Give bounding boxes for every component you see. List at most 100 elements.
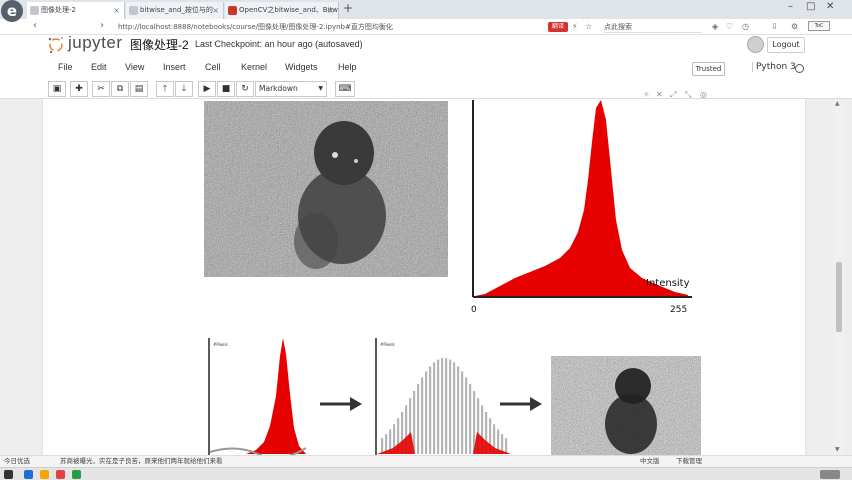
kernel-status-icon: [795, 64, 804, 73]
jupyter-logo-icon[interactable]: [46, 35, 66, 55]
scroll-down-icon[interactable]: ▼: [835, 446, 840, 453]
histogram-bar: [461, 371, 464, 454]
cell-tool-icon[interactable]: ✧: [643, 90, 650, 99]
jupyter-header: jupyter 图像处理-2 Last Checkpoint: an hour …: [0, 21, 852, 99]
stop-button[interactable]: ■: [217, 81, 235, 97]
menu-edit[interactable]: Edit: [91, 62, 107, 72]
original-histogram: #Pixels: [208, 338, 307, 456]
arrow-right-icon: [320, 397, 362, 411]
history-icon[interactable]: ◷: [742, 22, 749, 31]
cell-type-select[interactable]: Markdown ▼: [255, 81, 327, 97]
menu-kernel[interactable]: Kernel: [241, 62, 267, 72]
move-down-button[interactable]: 🡓: [175, 81, 193, 97]
folder-task-icon[interactable]: [40, 470, 49, 479]
app-task-icon[interactable]: [72, 470, 81, 479]
notebook-toolbar: ▣ ✚ ✂ ⧉ ▤ 🡑 🡓 ▶ ■ ↻ Markdown ▼ ⌨: [0, 81, 852, 99]
app-task-icon[interactable]: [56, 470, 65, 479]
y-axis-label: #Pixels: [380, 342, 395, 347]
windows-start-icon[interactable]: [4, 470, 13, 479]
menu-file[interactable]: File: [58, 62, 73, 72]
system-tray-icon[interactable]: [820, 470, 840, 479]
run-icon: ▶: [203, 84, 211, 94]
close-window-icon[interactable]: ✕: [826, 1, 834, 12]
expand-icon[interactable]: ⤢: [670, 90, 676, 100]
close-icon[interactable]: ×: [113, 2, 120, 19]
copy-button[interactable]: ⧉: [111, 81, 129, 97]
status-message[interactable]: 苏商被曝光，实在是子良苦，原来他们两年就给他们来看: [60, 456, 223, 467]
menu-help[interactable]: Help: [338, 62, 357, 72]
histogram-bar: [505, 438, 508, 454]
bookmark-icon[interactable]: ♡: [726, 22, 733, 31]
histogram-area: [246, 338, 306, 454]
toc-toggle-button[interactable]: ToC: [808, 21, 830, 31]
dog-grayscale-image: [204, 101, 448, 277]
menu-cell[interactable]: Cell: [205, 62, 221, 72]
download-manager-link[interactable]: 下载管理: [676, 456, 702, 467]
jupyter-brand[interactable]: jupyter: [68, 33, 123, 53]
close-icon[interactable]: ×: [327, 2, 334, 19]
paste-button[interactable]: ▤: [130, 81, 148, 97]
scrollbar-thumb[interactable]: [836, 262, 842, 332]
tab-label: bitwise_and_按位与的: [140, 6, 213, 14]
avatar: [747, 36, 764, 53]
chevron-down-icon: ▼: [318, 85, 323, 92]
histogram-bar: [421, 377, 424, 454]
tab-bitwise-and[interactable]: bitwise_and_按位与的 ×: [126, 2, 224, 19]
trusted-indicator[interactable]: Trusted: [692, 62, 725, 76]
histogram-bar: [433, 362, 436, 454]
histogram-bar: [413, 391, 416, 454]
browser-tab-bar: e 图像处理-2 × bitwise_and_按位与的 × OpenCV之bit…: [0, 0, 852, 22]
new-tab-button[interactable]: +: [343, 1, 353, 15]
move-up-button[interactable]: 🡑: [156, 81, 174, 97]
status-left-text[interactable]: 今日优选: [4, 456, 30, 467]
browser-task-icon[interactable]: [24, 470, 33, 479]
tab-image-processing[interactable]: 图像处理-2 ×: [27, 2, 125, 19]
info-icon[interactable]: ◎: [700, 90, 707, 99]
restart-button[interactable]: ↻: [236, 81, 254, 97]
share-icon[interactable]: ⚡: [572, 22, 578, 31]
translate-button[interactable]: 翻译: [548, 22, 568, 32]
forward-icon[interactable]: ›: [100, 20, 104, 31]
cut-icon: ✂: [97, 84, 105, 94]
menu-insert[interactable]: Insert: [163, 62, 186, 72]
histogram-bar: [449, 359, 452, 454]
star-icon[interactable]: ☆: [585, 22, 592, 31]
downloads-icon[interactable]: ⇩: [771, 22, 778, 31]
minimize-icon[interactable]: –: [788, 1, 793, 12]
url-input[interactable]: http://localhost:8888/notebooks/course/图…: [114, 21, 538, 33]
status-right-text[interactable]: 中文版: [640, 456, 660, 467]
tab-label: 图像处理-2: [41, 6, 76, 14]
histogram-bar: [425, 371, 428, 454]
cut-button[interactable]: ✂: [92, 81, 110, 97]
command-palette-button[interactable]: ⌨: [335, 81, 355, 97]
settings-icon[interactable]: ⚙: [791, 22, 798, 31]
arrow-right-icon: [500, 397, 542, 411]
extension-icon[interactable]: ◈: [712, 22, 718, 31]
tab-opencv-bitwise[interactable]: OpenCV之bitwise_and、Bitwi ×: [225, 2, 339, 19]
histogram-bar: [445, 358, 448, 454]
notebook-title[interactable]: 图像处理-2: [130, 36, 189, 53]
x-max-label: 255: [670, 305, 687, 315]
search-input[interactable]: 点此搜索: [604, 21, 702, 33]
kernel-name[interactable]: Python 3: [752, 62, 796, 72]
histogram-bar: [429, 366, 432, 454]
collapse-icon[interactable]: ⤡: [685, 90, 691, 100]
save-button[interactable]: ▣: [48, 81, 66, 97]
arrow-down-icon: 🡓: [181, 84, 187, 94]
menu-view[interactable]: View: [125, 62, 144, 72]
checkpoint-status: Last Checkpoint: an hour ago (autosaved): [195, 39, 363, 49]
back-icon[interactable]: ‹: [33, 20, 37, 31]
maximize-icon[interactable]: □: [806, 1, 815, 12]
menu-widgets[interactable]: Widgets: [285, 62, 318, 72]
histogram-bar: [417, 384, 420, 454]
close-icon[interactable]: ×: [212, 2, 219, 19]
y-axis-label: #Pixels: [213, 342, 228, 347]
browser-logo-icon[interactable]: e: [1, 0, 23, 22]
address-bar: ‹ › http://localhost:8888/notebooks/cour…: [0, 19, 852, 35]
scroll-up-icon[interactable]: ▲: [835, 100, 840, 107]
run-button[interactable]: ▶: [198, 81, 216, 97]
equalized-bars: [381, 358, 508, 454]
insert-cell-button[interactable]: ✚: [70, 81, 88, 97]
logout-button[interactable]: Logout: [767, 37, 805, 53]
close-icon[interactable]: ✕: [656, 90, 663, 99]
